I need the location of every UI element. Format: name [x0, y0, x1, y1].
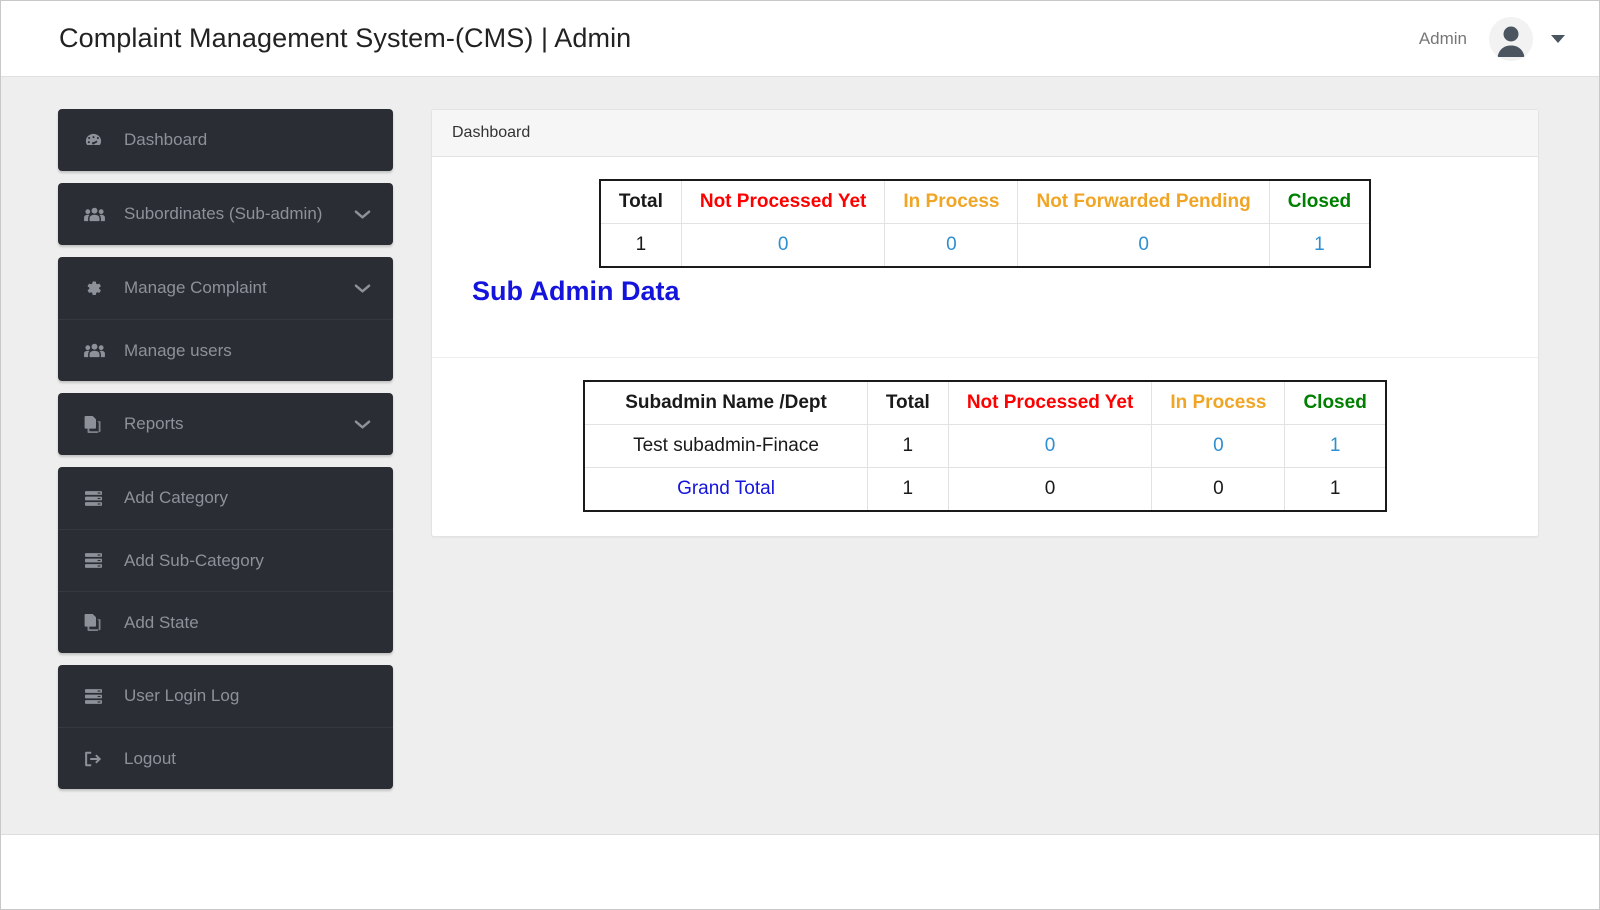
table-cell-in-process[interactable]: 0	[1151, 424, 1286, 468]
page-footer	[1, 835, 1599, 909]
sidebar-item-label: Add Sub-Category	[124, 550, 264, 570]
users-icon	[84, 341, 110, 360]
sidebar-group: Reports	[58, 393, 393, 455]
subadmin-table: Subadmin Name /Dept Total Not Processed …	[583, 380, 1387, 512]
sidebar-item-label: Reports	[124, 414, 184, 433]
chevron-down-icon[interactable]	[353, 419, 371, 430]
copy-files-icon	[84, 613, 110, 632]
table-header-row: Subadmin Name /Dept Total Not Processed …	[583, 381, 1387, 425]
table-header-cell: Closed	[1284, 381, 1387, 425]
table-header-cell: Closed	[1268, 180, 1371, 224]
navbar-user-menu[interactable]: Admin	[1418, 16, 1565, 61]
table-cell-grand-total-total: 1	[866, 467, 949, 512]
sidebar-item-dashboard[interactable]: Dashboard	[58, 109, 393, 171]
sidebar-item-label: Logout	[124, 748, 176, 768]
sub-admin-data-title: Sub Admin Data	[472, 276, 680, 306]
table-header-cell: Subadmin Name /Dept	[583, 381, 868, 425]
table-header-cell: Total	[866, 381, 949, 425]
table-header-cell: In Process	[884, 180, 1019, 224]
sidebar-item-label: Add Category	[124, 488, 228, 507]
sidebar-item-label: Manage Complaint	[124, 278, 267, 297]
sidebar-item-manage-users[interactable]: Manage users	[58, 319, 393, 381]
sidebar-item-add-state[interactable]: Add State	[58, 591, 393, 653]
table-row: 1 0 0 0 1	[599, 223, 1371, 268]
chevron-down-icon[interactable]	[353, 209, 371, 220]
table-cell-closed[interactable]: 1	[1284, 424, 1387, 468]
sidebar-group: Dashboard	[58, 109, 393, 171]
table-cell-grand-total-not-processed-yet: 0	[947, 467, 1153, 512]
server-list-icon	[84, 552, 110, 569]
table-header-cell: In Process	[1151, 381, 1286, 425]
sidebar-item-label: Subordinates (Sub-admin)	[124, 204, 323, 223]
table-cell-not-processed-yet[interactable]: 0	[680, 223, 886, 268]
sidebar-group: Add Category Add Sub-Category Add State	[58, 467, 393, 653]
sidebar-item-label: Add State	[124, 612, 199, 632]
table-cell-not-processed-yet[interactable]: 0	[947, 424, 1153, 468]
sidebar-item-add-category[interactable]: Add Category	[58, 467, 393, 529]
sidebar-item-label: User Login Log	[124, 686, 240, 705]
page-title: Complaint Management System-(CMS) | Admi…	[59, 23, 632, 53]
table-cell-total: 1	[599, 223, 682, 268]
sidebar-item-add-sub-category[interactable]: Add Sub-Category	[58, 529, 393, 591]
sidebar-item-user-login-log[interactable]: User Login Log	[58, 665, 393, 727]
table-header-cell: Not Processed Yet	[680, 180, 886, 224]
body-wrapper: Dashboard Subordinates (Sub-admin) Manag…	[1, 77, 1599, 835]
sidebar-item-label: Manage users	[124, 340, 232, 360]
table-cell-grand-total-in-process: 0	[1151, 467, 1286, 512]
table-header-cell: Not Processed Yet	[947, 381, 1153, 425]
table-cell-grand-total-label: Grand Total	[583, 467, 868, 512]
sidebar: Dashboard Subordinates (Sub-admin) Manag…	[58, 109, 393, 801]
sidebar-item-logout[interactable]: Logout	[58, 727, 393, 789]
table-cell-total: 1	[866, 424, 949, 468]
chevron-down-icon[interactable]	[353, 283, 371, 294]
table-header-row: Total Not Processed Yet In Process Not F…	[599, 180, 1371, 224]
subadmin-table-wrap: Subadmin Name /Dept Total Not Processed …	[452, 380, 1518, 512]
table-header-cell: Total	[599, 180, 682, 224]
top-navbar: Complaint Management System-(CMS) | Admi…	[1, 1, 1599, 77]
users-icon	[84, 205, 110, 224]
server-list-icon	[84, 688, 110, 705]
table-cell-subadmin-name: Test subadmin-Finace	[583, 424, 868, 468]
sidebar-item-reports[interactable]: Reports	[58, 393, 393, 455]
sign-out-icon	[84, 750, 110, 768]
app-page: Complaint Management System-(CMS) | Admi…	[0, 0, 1600, 910]
table-row-grand-total: Grand Total 1 0 0 1	[583, 467, 1387, 512]
summary-table: Total Not Processed Yet In Process Not F…	[598, 179, 1372, 268]
caret-down-icon[interactable]	[1551, 34, 1565, 43]
panel-body-subadmin: Subadmin Name /Dept Total Not Processed …	[432, 357, 1538, 536]
navbar-user-name: Admin	[1418, 28, 1467, 48]
dashboard-panel: Dashboard Total Not Processed Yet In Pro…	[431, 109, 1539, 537]
table-header-cell: Not Forwarded Pending	[1017, 180, 1270, 224]
copy-files-icon	[84, 415, 110, 434]
gear-icon	[84, 279, 110, 298]
server-list-icon	[84, 490, 110, 507]
table-cell-closed[interactable]: 1	[1268, 223, 1371, 268]
sidebar-item-label: Dashboard	[124, 130, 208, 149]
sidebar-group: Manage Complaint Manage users	[58, 257, 393, 381]
table-cell-not-forwarded-pending[interactable]: 0	[1017, 223, 1270, 268]
main-content: Dashboard Total Not Processed Yet In Pro…	[431, 109, 1539, 537]
panel-body-summary: Total Not Processed Yet In Process Not F…	[432, 157, 1538, 357]
table-cell-grand-total-closed: 1	[1284, 467, 1387, 512]
sidebar-group: User Login Log Logout	[58, 665, 393, 789]
tachometer-icon	[84, 131, 110, 150]
panel-heading: Dashboard	[432, 110, 1538, 157]
sidebar-group: Subordinates (Sub-admin)	[58, 183, 393, 245]
sidebar-item-subordinates[interactable]: Subordinates (Sub-admin)	[58, 183, 393, 245]
user-avatar-icon[interactable]	[1489, 16, 1533, 61]
table-row: Test subadmin-Finace 1 0 0 1	[583, 424, 1387, 468]
summary-table-wrap: Total Not Processed Yet In Process Not F…	[452, 179, 1518, 268]
table-cell-in-process[interactable]: 0	[884, 223, 1019, 268]
sidebar-item-manage-complaint[interactable]: Manage Complaint	[58, 257, 393, 319]
